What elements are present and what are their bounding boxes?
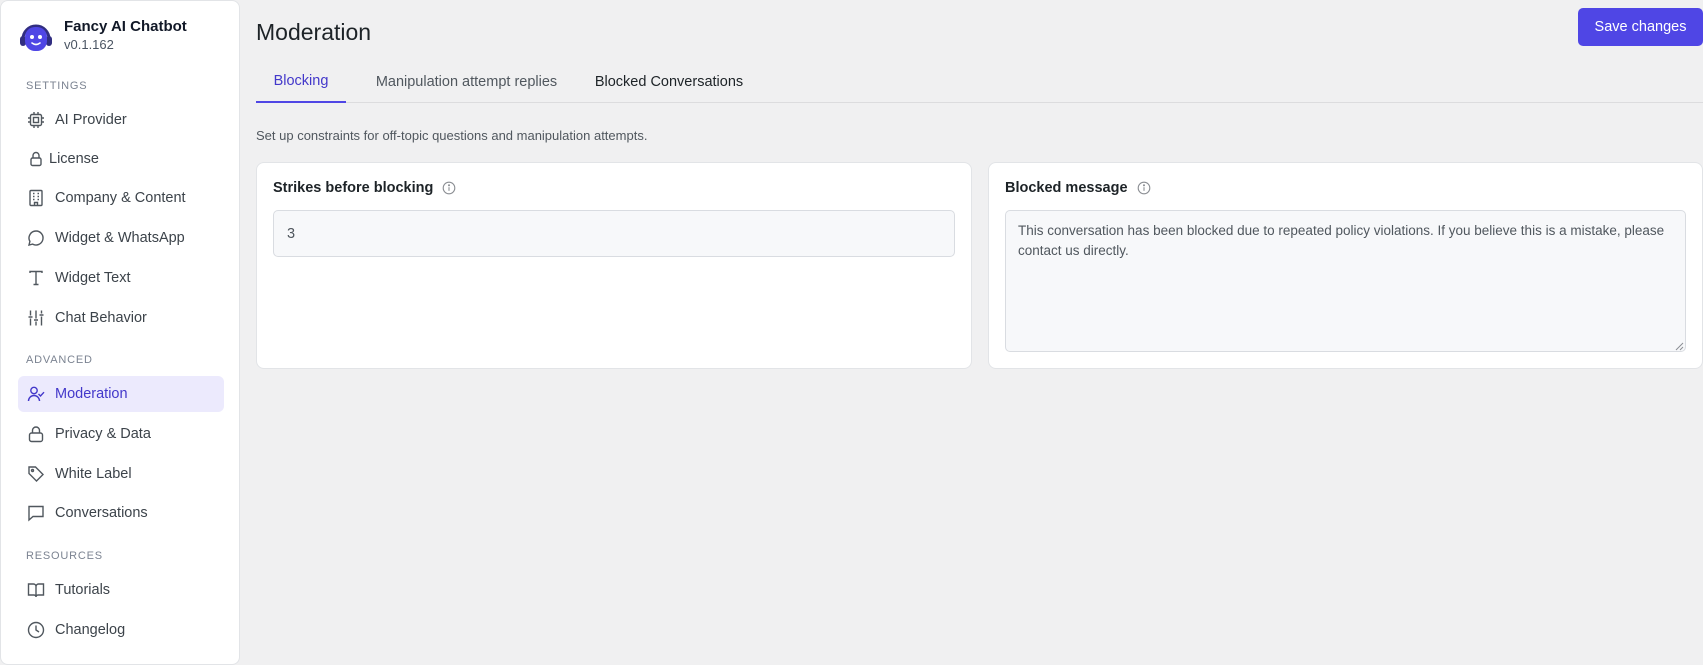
brand: Fancy AI Chatbot v0.1.162 xyxy=(17,17,187,55)
sidebar-item-label: Chat Behavior xyxy=(55,310,147,326)
tab-manipulation-attempt-replies[interactable]: Manipulation attempt replies xyxy=(365,60,568,103)
sidebar-item-company-content[interactable]: Company & Content xyxy=(18,180,224,216)
sidebar-item-ai-provider[interactable]: AI Provider xyxy=(18,102,224,138)
strikes-card-title: Strikes before blocking xyxy=(273,180,456,196)
strikes-card: Strikes before blocking 3 xyxy=(256,162,972,369)
tab-blocking[interactable]: Blocking xyxy=(256,60,346,103)
sidebar-item-label: Changelog xyxy=(55,622,126,638)
tab-bar: Blocking Manipulation attempt replies Bl… xyxy=(256,60,1703,103)
book-icon xyxy=(27,581,45,599)
sidebar-item-white-label[interactable]: White Label xyxy=(18,456,224,492)
lock-icon xyxy=(27,425,45,443)
sidebar-item-widget-whatsapp[interactable]: Widget & WhatsApp xyxy=(18,220,224,256)
sidebar-item-tutorials[interactable]: Tutorials xyxy=(18,572,224,608)
tab-blocked-conversations[interactable]: Blocked Conversations xyxy=(590,60,748,103)
chat-bubble-icon xyxy=(27,229,45,247)
sidebar-item-label: Widget & WhatsApp xyxy=(55,230,185,246)
sliders-icon xyxy=(27,309,45,327)
blocked-message-card: Blocked message This conversation has be… xyxy=(988,162,1703,369)
clock-icon xyxy=(27,621,45,639)
message-square-icon xyxy=(27,504,45,522)
sidebar-item-label: Company & Content xyxy=(55,190,186,206)
sidebar-item-privacy-data[interactable]: Privacy & Data xyxy=(18,416,224,452)
tag-icon xyxy=(27,465,45,483)
sidebar-item-license[interactable]: License xyxy=(18,141,224,177)
sidebar-item-label: Tutorials xyxy=(55,582,111,598)
sidebar-item-changelog[interactable]: Changelog xyxy=(18,612,224,648)
strikes-input[interactable]: 3 xyxy=(273,210,955,257)
sidebar-item-conversations[interactable]: Conversations xyxy=(18,495,224,531)
strikes-title-text: Strikes before blocking xyxy=(273,180,434,196)
blocked-card-title: Blocked message xyxy=(1005,180,1151,196)
sidebar-item-label: Privacy & Data xyxy=(55,426,151,442)
page-title: Moderation xyxy=(256,19,372,45)
sidebar-item-widget-text[interactable]: Widget Text xyxy=(18,260,224,296)
app-name: Fancy AI Chatbot xyxy=(64,18,187,35)
cpu-icon xyxy=(27,111,45,129)
page-description: Set up constraints for off-topic questio… xyxy=(256,128,648,143)
sidebar-item-label: AI Provider xyxy=(55,112,127,128)
lock-icon xyxy=(27,150,45,168)
sidebar-item-chat-behavior[interactable]: Chat Behavior xyxy=(18,300,224,336)
sidebar-item-label: License xyxy=(49,151,99,167)
resize-handle-icon[interactable] xyxy=(1674,341,1684,351)
info-icon[interactable] xyxy=(442,181,456,195)
building-icon xyxy=(27,189,45,207)
text-icon xyxy=(27,269,45,287)
section-label-resources: RESOURCES xyxy=(26,550,103,562)
sidebar-item-label: Widget Text xyxy=(55,270,131,286)
blocked-title-text: Blocked message xyxy=(1005,180,1128,196)
sidebar: Fancy AI Chatbot v0.1.162 SETTINGS AI Pr… xyxy=(0,0,240,665)
robot-logo-icon xyxy=(20,24,52,51)
app-version: v0.1.162 xyxy=(64,37,114,52)
section-label-settings: SETTINGS xyxy=(26,80,88,92)
sidebar-item-label: White Label xyxy=(55,466,132,482)
info-icon[interactable] xyxy=(1137,181,1151,195)
user-check-icon xyxy=(27,385,45,403)
sidebar-item-moderation[interactable]: Moderation xyxy=(18,376,224,412)
blocked-message-textarea[interactable]: This conversation has been blocked due t… xyxy=(1005,210,1686,352)
section-label-advanced: ADVANCED xyxy=(26,354,93,366)
sidebar-item-label: Moderation xyxy=(55,386,128,402)
sidebar-item-label: Conversations xyxy=(55,505,148,521)
save-changes-button[interactable]: Save changes xyxy=(1578,8,1703,46)
